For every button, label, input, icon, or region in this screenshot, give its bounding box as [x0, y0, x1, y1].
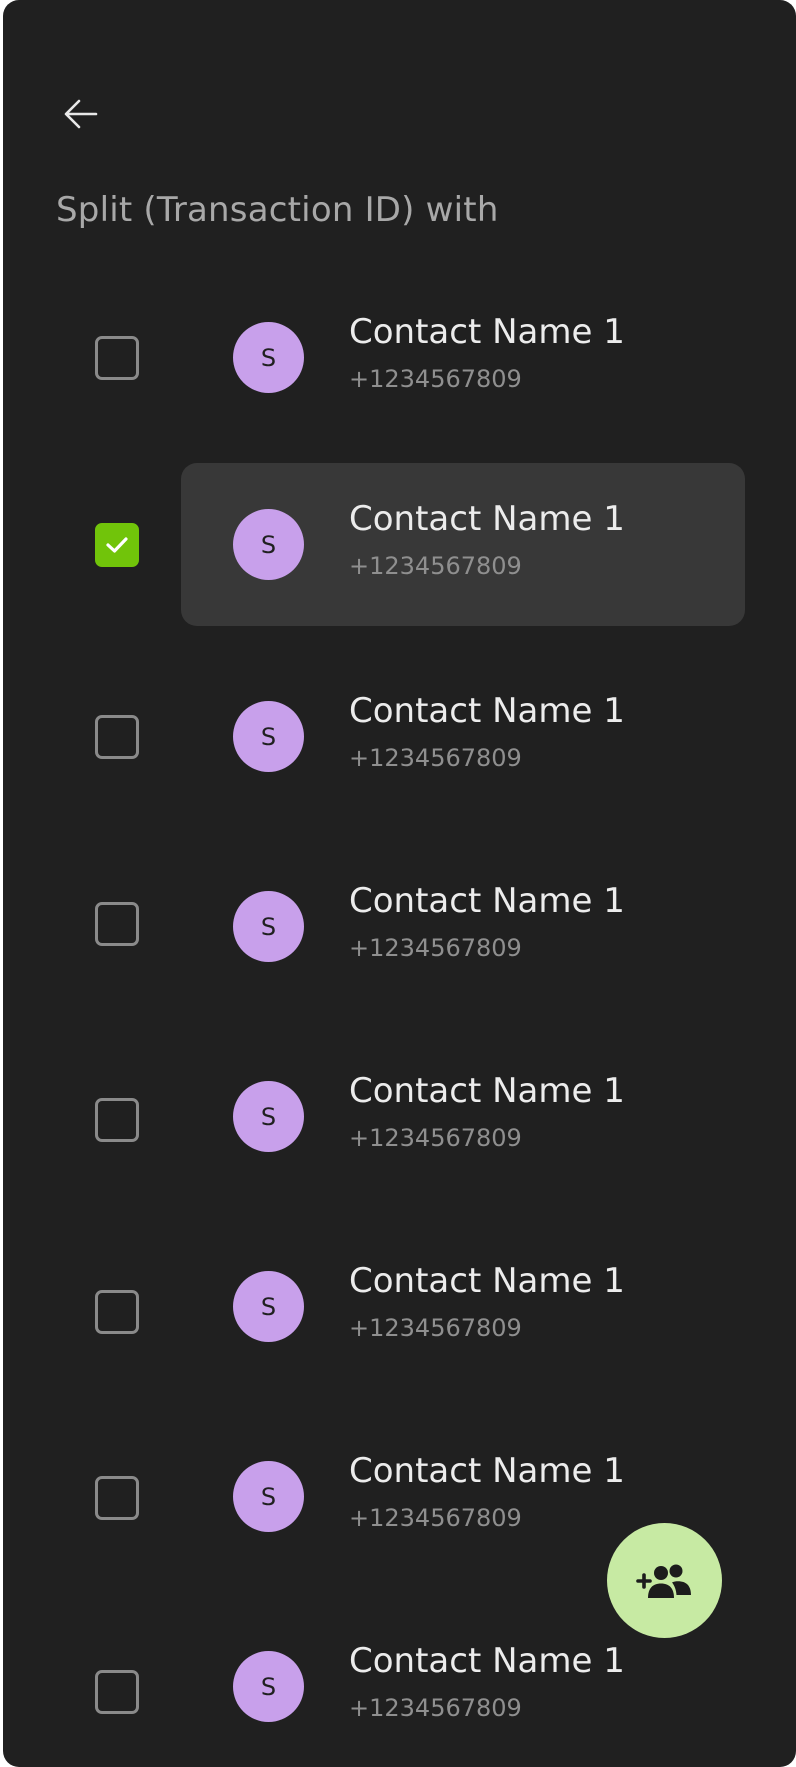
contact-name: Contact Name 1 — [349, 1451, 625, 1491]
contact-name: Contact Name 1 — [349, 881, 625, 921]
contact-phone: +1234567809 — [349, 552, 522, 580]
contact-row[interactable]: S Contact Name 1 +1234567809 — [3, 276, 796, 439]
arrow-left-icon — [64, 99, 98, 129]
contact-row[interactable]: S Contact Name 1 +1234567809 — [3, 1035, 796, 1198]
contact-checkbox[interactable] — [95, 902, 139, 946]
contact-row[interactable]: S Contact Name 1 +1234567809 — [3, 845, 796, 1008]
contact-name: Contact Name 1 — [349, 691, 625, 731]
avatar: S — [233, 322, 304, 393]
avatar: S — [233, 1271, 304, 1342]
contact-row-selected[interactable]: S Contact Name 1 +1234567809 — [3, 463, 796, 626]
contact-name: Contact Name 1 — [349, 1641, 625, 1681]
avatar: S — [233, 509, 304, 580]
avatar: S — [233, 1651, 304, 1722]
contact-name: Contact Name 1 — [349, 499, 625, 539]
contact-checkbox[interactable] — [95, 1290, 139, 1334]
contact-checkbox[interactable] — [95, 336, 139, 380]
contact-phone: +1234567809 — [349, 744, 522, 772]
contact-name: Contact Name 1 — [349, 312, 625, 352]
contact-name: Contact Name 1 — [349, 1261, 625, 1301]
contact-row[interactable]: S Contact Name 1 +1234567809 — [3, 1225, 796, 1388]
page-title: Split (Transaction ID) with — [56, 190, 499, 230]
contact-phone: +1234567809 — [349, 934, 522, 962]
contact-name: Contact Name 1 — [349, 1071, 625, 1111]
check-icon — [106, 537, 128, 553]
contact-checkbox[interactable] — [95, 1670, 139, 1714]
contact-checkbox[interactable] — [95, 715, 139, 759]
contact-phone: +1234567809 — [349, 1504, 522, 1532]
contact-row[interactable]: S Contact Name 1 +1234567809 — [3, 655, 796, 818]
add-group-button[interactable] — [607, 1523, 722, 1638]
contact-phone: +1234567809 — [349, 1694, 522, 1722]
contact-phone: +1234567809 — [349, 1314, 522, 1342]
avatar: S — [233, 891, 304, 962]
contact-phone: +1234567809 — [349, 1124, 522, 1152]
contact-phone: +1234567809 — [349, 365, 522, 393]
avatar: S — [233, 1461, 304, 1532]
avatar: S — [233, 701, 304, 772]
contact-checkbox[interactable] — [95, 1098, 139, 1142]
back-button[interactable] — [59, 92, 103, 136]
contact-checkbox-checked[interactable] — [95, 523, 139, 567]
contact-checkbox[interactable] — [95, 1476, 139, 1520]
add-group-icon — [635, 1564, 691, 1598]
split-contacts-screen: Split (Transaction ID) with S Contact Na… — [3, 0, 796, 1767]
avatar: S — [233, 1081, 304, 1152]
